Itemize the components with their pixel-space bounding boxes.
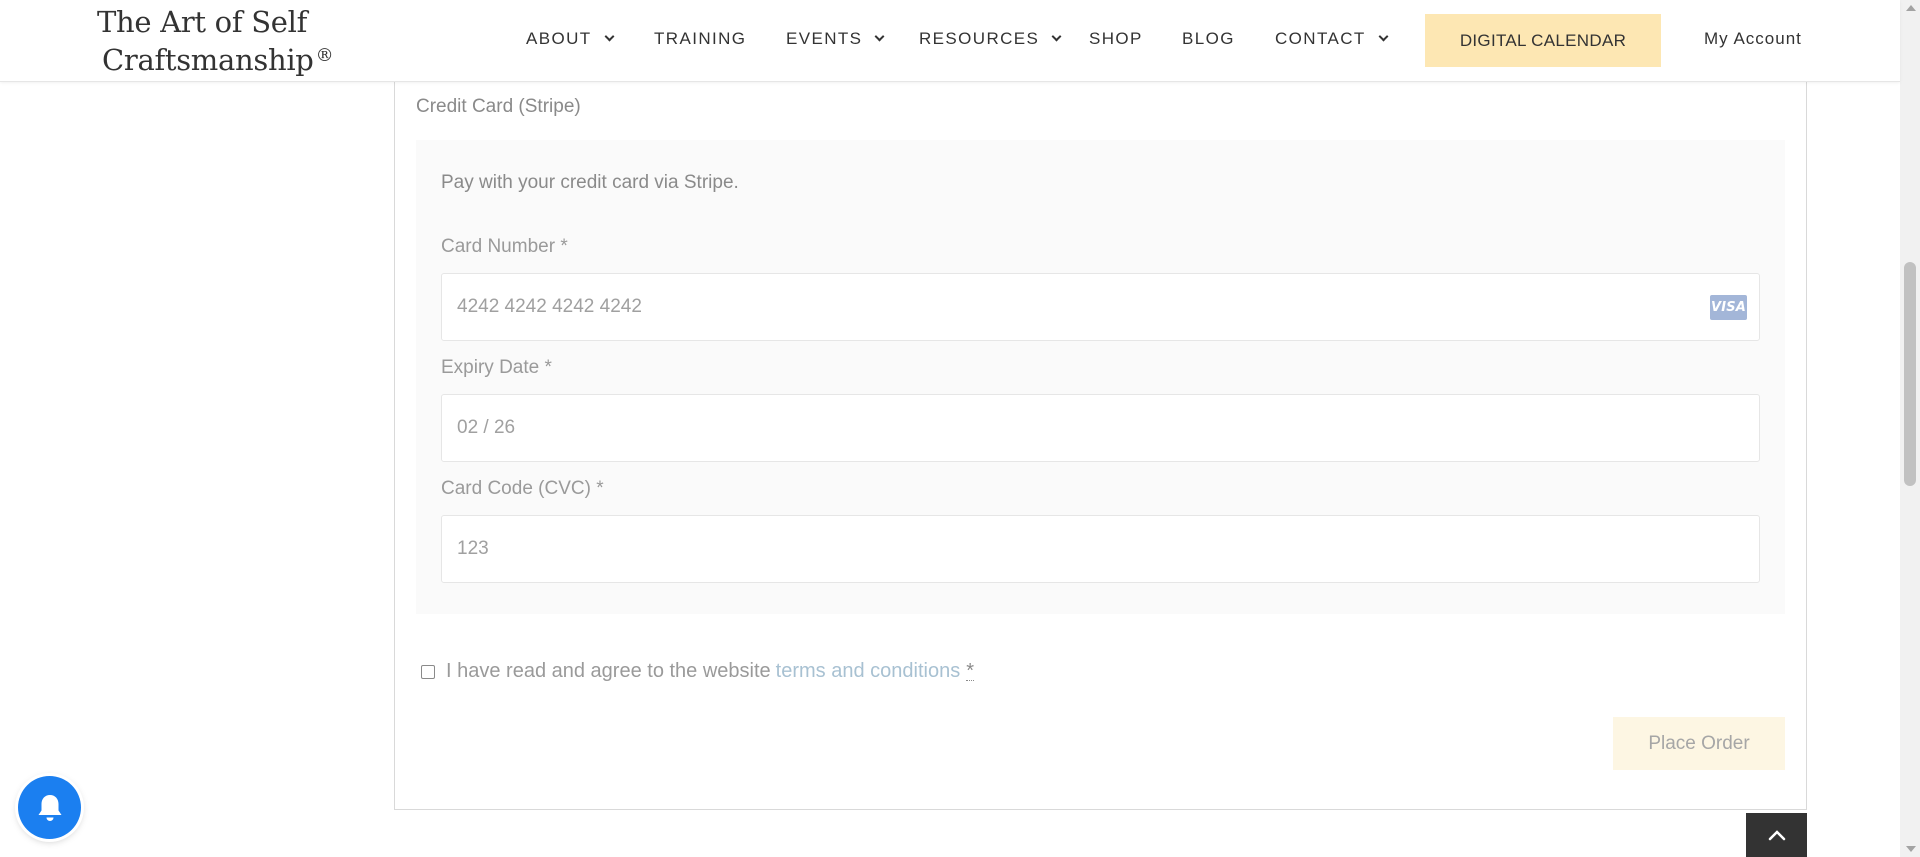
card-code-value: 123	[457, 538, 489, 559]
terms-text: I have read and agree to the website	[446, 660, 771, 682]
notification-button[interactable]	[18, 776, 81, 839]
scrollbar-thumb[interactable]	[1904, 262, 1916, 486]
card-number-label: Card Number *	[441, 236, 568, 257]
card-code-field[interactable]: 123	[441, 515, 1760, 583]
nav-label: ABOUT	[526, 29, 592, 48]
nav-item-resources[interactable]: RESOURCES	[919, 29, 1062, 49]
place-order-button[interactable]: Place Order	[1613, 717, 1785, 770]
nav-label: BLOG	[1182, 29, 1235, 48]
card-number-value: 4242 4242 4242 4242	[457, 296, 642, 317]
terms-link[interactable]: terms and conditions	[776, 660, 961, 683]
required-mark: *	[966, 660, 975, 682]
nav-label: SHOP	[1089, 29, 1143, 48]
scroll-down-arrow-icon[interactable]	[1906, 846, 1916, 852]
chevron-down-icon	[1378, 31, 1389, 42]
payment-method-label: Credit Card (Stripe)	[416, 96, 581, 117]
my-account-link[interactable]: My Account	[1704, 29, 1802, 49]
nav-item-events[interactable]: EVENTS	[786, 29, 885, 49]
back-to-top-button[interactable]	[1746, 813, 1807, 857]
nav-label: RESOURCES	[919, 29, 1040, 48]
nav-label: CONTACT	[1275, 29, 1366, 48]
chevron-down-icon	[604, 31, 615, 42]
bell-icon	[38, 794, 61, 821]
expiry-date-value: 02 / 26	[457, 417, 516, 438]
nav-label: TRAINING	[654, 29, 747, 48]
nav-item-shop[interactable]: SHOP	[1089, 29, 1143, 49]
card-number-field[interactable]: 4242 4242 4242 4242 VISA	[441, 273, 1760, 341]
page-scrollbar[interactable]	[1900, 0, 1920, 857]
nav-item-blog[interactable]: BLOG	[1182, 29, 1235, 49]
visa-icon: VISA	[1710, 295, 1747, 320]
chevron-up-icon	[1768, 830, 1785, 841]
digital-calendar-button[interactable]: DIGITAL CALENDAR	[1425, 14, 1661, 67]
terms-checkbox[interactable]	[421, 664, 435, 679]
nav-label: EVENTS	[786, 29, 863, 48]
nav-item-contact[interactable]: CONTACT	[1275, 29, 1389, 49]
payment-description: Pay with your credit card via Stripe.	[441, 172, 739, 193]
terms-row: I have read and agree to the website ter…	[421, 660, 975, 683]
expiry-date-field[interactable]: 02 / 26	[441, 394, 1760, 462]
chevron-down-icon	[874, 31, 885, 42]
site-header: The Art of Self Craftsmanship ® ABOUT TRA…	[0, 0, 1900, 82]
nav-item-training[interactable]: TRAINING	[654, 29, 746, 49]
card-code-label: Card Code (CVC) *	[441, 478, 604, 499]
expiry-date-label: Expiry Date *	[441, 357, 552, 378]
nav-item-about[interactable]: ABOUT	[526, 29, 615, 49]
scroll-up-arrow-icon[interactable]	[1906, 5, 1916, 11]
chevron-down-icon	[1051, 31, 1062, 42]
